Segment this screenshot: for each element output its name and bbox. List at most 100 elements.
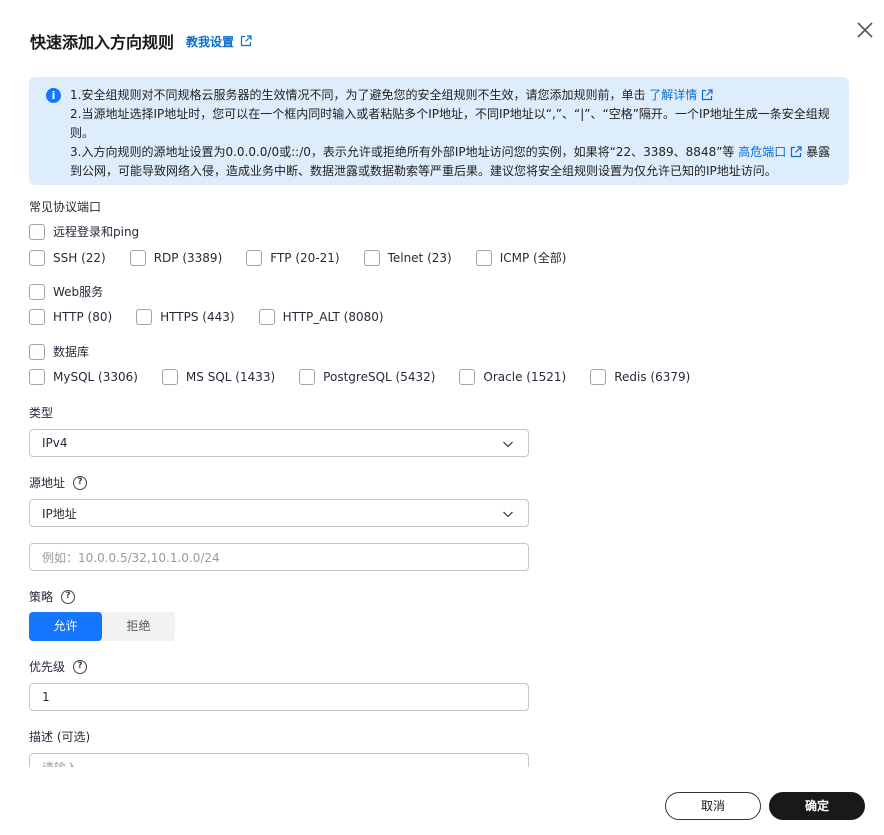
telnet-checkbox[interactable]: Telnet (23) <box>363 249 452 266</box>
priority-input[interactable]: 1 <box>29 683 529 711</box>
checkbox-box[interactable] <box>246 249 263 266</box>
checkbox-box[interactable] <box>29 343 45 360</box>
info-banner: i 1.安全组规则对不同规格云服务器的生效情况不同，为了避免您的安全组规则不生效… <box>29 77 849 185</box>
description-placeholder: 请输入 <box>42 759 78 768</box>
mysql-checkbox[interactable]: MySQL (3306) <box>29 369 138 385</box>
icmp-checkbox[interactable]: ICMP (全部) <box>475 249 567 266</box>
oracle-label: Oracle (1521) <box>483 370 567 384</box>
type-select[interactable]: IPv4 <box>29 429 529 457</box>
mssql-label: MS SQL (1433) <box>185 370 276 384</box>
confirm-button[interactable]: 确定 <box>769 792 865 820</box>
external-link-icon <box>702 89 713 101</box>
help-icon[interactable]: ? <box>73 659 88 674</box>
telnet-label: Telnet (23) <box>387 250 452 265</box>
checkbox-box[interactable] <box>161 369 178 385</box>
checkbox-box[interactable] <box>29 283 45 300</box>
deny-option[interactable]: 拒绝 <box>102 612 175 641</box>
http-checkbox[interactable]: HTTP (80) <box>29 309 112 325</box>
info-line-3-text-a: 3.入方向规则的源地址设置为0.0.0.0/0或::/0，表示允许或拒绝所有外部… <box>70 145 735 159</box>
remote-group-row: 远程登录和ping <box>29 223 163 240</box>
description-clip: 请输入 <box>0 753 884 767</box>
checkbox-box[interactable] <box>475 249 492 266</box>
info-line-1-text: 1.安全组规则对不同规格云服务器的生效情况不同，为了避免您的安全组规则不生效，请… <box>70 88 646 102</box>
rdp-checkbox[interactable]: RDP (3389) <box>129 249 223 266</box>
source-label-row: 源地址 ? <box>29 474 88 491</box>
priority-label-row: 优先级 ? <box>29 658 88 675</box>
remote-items-row: SSH (22) RDP (3389) FTP (20-21) Telnet (… <box>29 249 590 266</box>
checkbox-box[interactable] <box>459 369 476 385</box>
checkbox-box[interactable] <box>136 309 153 325</box>
checkbox-box[interactable] <box>363 249 380 266</box>
external-link-icon <box>791 146 802 158</box>
ssh-checkbox[interactable]: SSH (22) <box>29 249 106 266</box>
remote-group-label: 远程登录和ping <box>53 225 140 239</box>
web-group-row: Web服务 <box>29 283 127 300</box>
high-risk-ports-link[interactable]: 高危端口 <box>738 145 802 159</box>
dialog-title: 快速添加入方向规则 <box>30 33 175 52</box>
checkbox-box[interactable] <box>258 309 275 325</box>
redis-label: Redis (6379) <box>614 370 691 384</box>
oracle-checkbox[interactable]: Oracle (1521) <box>459 369 566 385</box>
redis-checkbox[interactable]: Redis (6379) <box>590 369 690 385</box>
learn-more-link[interactable]: 了解详情 <box>649 88 713 102</box>
info-line-1: 1.安全组规则对不同规格云服务器的生效情况不同，为了避免您的安全组规则不生效，请… <box>70 86 831 105</box>
ip-address-placeholder: 例如：10.0.0.5/32,10.1.0.0/24 <box>42 550 220 565</box>
tutorial-link[interactable]: 教我设置 <box>186 33 252 50</box>
checkbox-box[interactable] <box>590 369 607 385</box>
http-label: HTTP (80) <box>53 310 113 324</box>
close-icon[interactable] <box>855 20 875 40</box>
ports-label: 常见协议端口 <box>29 200 102 214</box>
help-icon[interactable]: ? <box>61 589 76 604</box>
source-label: 源地址 <box>29 476 66 490</box>
db-items-row: MySQL (3306) MS SQL (1433) PostgreSQL (5… <box>29 369 714 385</box>
ssh-label: SSH (22) <box>53 250 106 265</box>
checkbox-box[interactable] <box>29 369 45 385</box>
icmp-label: ICMP (全部) <box>499 251 567 265</box>
type-select-value: IPv4 <box>42 436 68 450</box>
source-select[interactable]: IP地址 <box>29 499 529 527</box>
allow-option[interactable]: 允许 <box>29 612 102 641</box>
ftp-checkbox[interactable]: FTP (20-21) <box>246 249 340 266</box>
checkbox-box[interactable] <box>29 309 45 325</box>
https-checkbox[interactable]: HTTPS (443) <box>136 309 235 325</box>
priority-label: 优先级 <box>29 660 66 674</box>
help-icon[interactable]: ? <box>73 475 88 490</box>
chevron-down-icon <box>503 441 513 448</box>
rdp-label: RDP (3389) <box>153 250 223 265</box>
web-group-label: Web服务 <box>53 285 104 299</box>
learn-more-label: 了解详情 <box>649 88 698 102</box>
db-group-label: 数据库 <box>53 345 90 359</box>
http-alt-label: HTTP_ALT (8080) <box>282 310 384 324</box>
dialog-header: 快速添加入方向规则 教我设置 <box>30 30 252 52</box>
http-alt-checkbox[interactable]: HTTP_ALT (8080) <box>258 309 384 325</box>
description-label: 描述 (可选) <box>29 730 91 744</box>
policy-label-row: 策略 ? <box>29 588 76 605</box>
priority-value: 1 <box>42 690 50 704</box>
description-input[interactable]: 请输入 <box>29 753 529 767</box>
cancel-button[interactable]: 取消 <box>665 792 761 820</box>
mysql-label: MySQL (3306) <box>53 370 138 384</box>
info-line-3: 3.入方向规则的源地址设置为0.0.0.0/0或::/0，表示允许或拒绝所有外部… <box>70 143 831 181</box>
db-group-checkbox[interactable]: 数据库 <box>29 343 89 360</box>
mssql-checkbox[interactable]: MS SQL (1433) <box>161 369 276 385</box>
ftp-label: FTP (20-21) <box>270 250 340 265</box>
info-icon: i <box>46 88 61 103</box>
https-label: HTTPS (443) <box>160 310 235 324</box>
checkbox-box[interactable] <box>129 249 146 266</box>
postgresql-label: PostgreSQL (5432) <box>323 370 436 384</box>
ip-address-input[interactable]: 例如：10.0.0.5/32,10.1.0.0/24 <box>29 543 529 571</box>
web-group-checkbox[interactable]: Web服务 <box>29 283 103 300</box>
source-select-value: IP地址 <box>42 506 77 521</box>
info-line-2: 2.当源地址选择IP地址时，您可以在一个框内同时输入或者粘贴多个IP地址，不同I… <box>70 107 830 140</box>
type-label: 类型 <box>29 406 54 420</box>
checkbox-box[interactable] <box>29 249 45 266</box>
policy-label: 策略 <box>29 590 54 604</box>
chevron-down-icon <box>503 511 513 518</box>
db-group-row: 数据库 <box>29 343 113 360</box>
external-link-icon <box>240 35 252 47</box>
tutorial-link-label: 教我设置 <box>186 34 235 49</box>
remote-group-checkbox[interactable]: 远程登录和ping <box>29 223 139 240</box>
checkbox-box[interactable] <box>299 369 316 385</box>
postgresql-checkbox[interactable]: PostgreSQL (5432) <box>299 369 435 385</box>
checkbox-box[interactable] <box>29 223 45 240</box>
